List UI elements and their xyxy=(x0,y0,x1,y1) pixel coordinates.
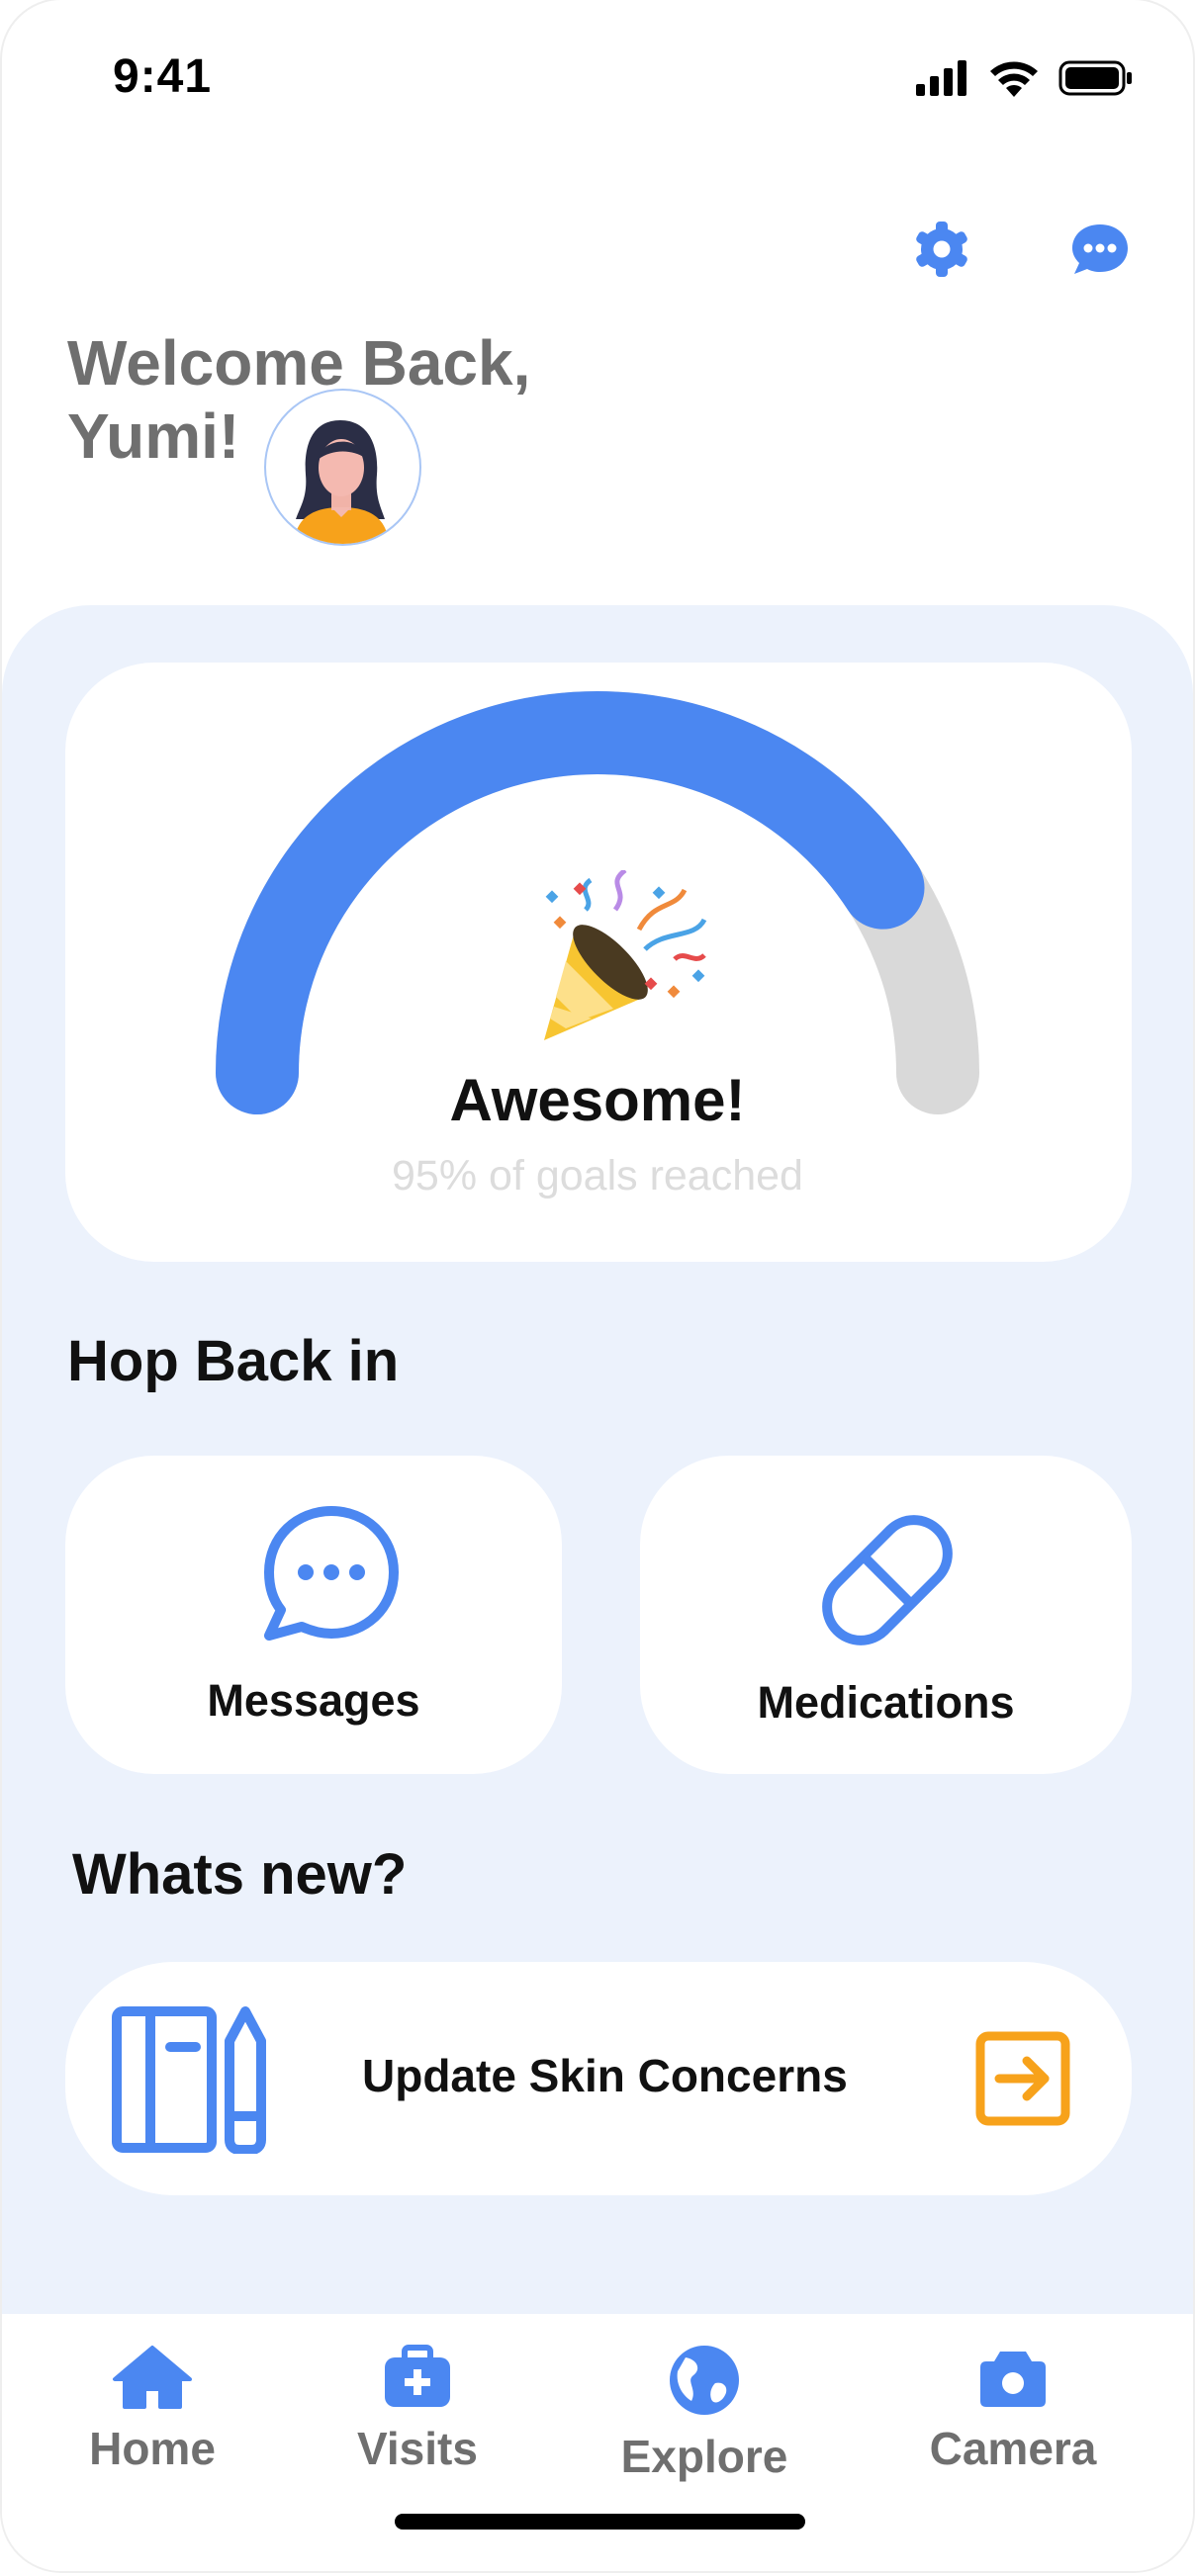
globe-icon xyxy=(670,2346,739,2415)
medications-label: Medications xyxy=(757,1677,1015,1728)
phone-screen: 9:41 Welcome Back, Yumi! Awesome! 95% of… xyxy=(2,0,1193,2571)
tab-explore-label: Explore xyxy=(620,2431,788,2482)
whats-new-title: Whats new? xyxy=(72,1842,408,1907)
goal-subtitle: 95% of goals reached xyxy=(392,1152,803,1199)
update-skin-concerns-label: Update Skin Concerns xyxy=(362,2050,848,2101)
medications-shortcut[interactable]: Medications xyxy=(640,1456,1132,1774)
tab-explore[interactable]: Explore xyxy=(605,2344,803,2483)
arrow-right-box-icon[interactable] xyxy=(975,2031,1070,2126)
tab-home-label: Home xyxy=(89,2423,216,2474)
camera-icon xyxy=(980,2352,1046,2407)
home-indicator xyxy=(395,2514,805,2530)
messages-shortcut[interactable]: Messages xyxy=(65,1456,562,1774)
tab-bar: Home Visits Explore Camera xyxy=(2,2314,1193,2571)
goal-title: Awesome! xyxy=(449,1067,746,1133)
tab-home[interactable]: Home xyxy=(53,2344,251,2475)
pill-icon xyxy=(822,1515,953,1645)
hop-back-title: Hop Back in xyxy=(67,1329,400,1393)
update-skin-concerns-card[interactable]: Update Skin Concerns xyxy=(65,1962,1132,2195)
message-bubble-icon xyxy=(264,1506,399,1641)
home-icon xyxy=(113,2346,192,2409)
tab-camera[interactable]: Camera xyxy=(914,2344,1112,2475)
notebook-pencil-icon xyxy=(112,2006,266,2154)
tab-visits-label: Visits xyxy=(357,2423,478,2474)
party-popper-icon xyxy=(544,870,707,1040)
tab-camera-label: Camera xyxy=(929,2423,1097,2474)
messages-label: Messages xyxy=(207,1675,420,1726)
medical-kit-icon xyxy=(385,2345,450,2407)
tab-visits[interactable]: Visits xyxy=(319,2344,516,2475)
